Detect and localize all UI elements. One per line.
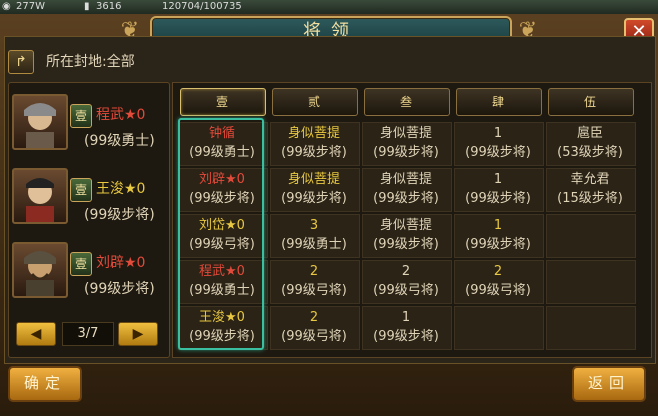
gold-amount: 277W xyxy=(16,1,45,12)
gold-icon: ◉ xyxy=(2,1,11,12)
selected-column-highlight xyxy=(178,118,264,350)
grid-cell[interactable]: 身似菩提 (99级步将) xyxy=(269,170,359,214)
grid-cell[interactable] xyxy=(453,308,543,352)
return-arrow-button[interactable]: ↱ xyxy=(8,50,34,74)
cell-general-level: (99级步将) xyxy=(373,329,439,344)
grain-icon: ▮ xyxy=(84,1,90,12)
cell-general-level: (99级步将) xyxy=(373,191,439,206)
rank-badge: 壹 xyxy=(70,104,92,128)
cell-general-name: 身似菩提 xyxy=(287,172,340,187)
cell-general-level: (99级步将) xyxy=(465,237,531,252)
column-header-4[interactable]: 肆 xyxy=(456,88,542,116)
grain-amount: 3616 xyxy=(96,1,122,12)
fief-filter-label[interactable]: 所在封地:全部 xyxy=(46,51,135,71)
grid-cell[interactable] xyxy=(545,308,635,352)
cell-general-name: 2 xyxy=(309,264,319,279)
cell-general-name: 3 xyxy=(309,218,319,233)
cell-general-name: 身似菩提 xyxy=(287,126,340,141)
general-level: (99级勇士) xyxy=(84,133,155,149)
column-header-1[interactable]: 壹 xyxy=(180,88,266,116)
general-level: (99级步将) xyxy=(84,207,155,223)
grid-cell[interactable]: 1 (99级步将) xyxy=(453,216,543,260)
cell-general-name: 1 xyxy=(493,126,503,141)
general-name: 王浚★0 xyxy=(96,181,146,197)
grid-cell[interactable]: 身似菩提 (99级步将) xyxy=(269,124,359,168)
cell-general-level: (99级步将) xyxy=(373,237,439,252)
general-name: 程武★0 xyxy=(96,107,146,123)
rank-badge: 壹 xyxy=(70,178,92,202)
grid-cell[interactable]: 身似菩提 (99级步将) xyxy=(361,170,451,214)
next-page-button[interactable]: ▶ xyxy=(118,322,158,346)
grid-cell[interactable]: 1 (99级步将) xyxy=(453,170,543,214)
cell-general-name: 1 xyxy=(493,218,503,233)
cell-general-name: 扈臣 xyxy=(576,126,603,141)
cell-general-name: 幸允君 xyxy=(570,172,610,187)
cell-general-level: (99级弓将) xyxy=(373,283,439,298)
cell-general-level: (99级步将) xyxy=(281,145,347,160)
cell-general-name: 身似菩提 xyxy=(379,172,432,187)
grid-cell[interactable]: 身似菩提 (99级步将) xyxy=(361,124,451,168)
general-list-item[interactable]: 壹 程武★0 (99级勇士) xyxy=(8,92,168,162)
general-name: 刘辟★0 xyxy=(96,255,146,271)
grid-cell[interactable]: 2 (99级弓将) xyxy=(269,262,359,306)
pager: ◀ 3/7 ▶ xyxy=(16,322,158,346)
cell-general-level: (99级步将) xyxy=(281,191,347,206)
rank-badge: 壹 xyxy=(70,252,92,276)
misc-amount: 120704/100735 xyxy=(162,1,242,12)
general-list-item[interactable]: 壹 王浚★0 (99级步将) xyxy=(8,166,168,236)
cell-general-level: (99级步将) xyxy=(373,145,439,160)
prev-page-button[interactable]: ◀ xyxy=(16,322,56,346)
cell-general-level: (53级步将) xyxy=(557,145,623,160)
cell-general-level: (15级步将) xyxy=(557,191,623,206)
grid-cell[interactable]: 2 (99级弓将) xyxy=(361,262,451,306)
cell-general-name: 2 xyxy=(401,264,411,279)
column-header-5[interactable]: 伍 xyxy=(548,88,634,116)
confirm-button[interactable]: 确定 xyxy=(8,366,82,402)
cell-general-name: 2 xyxy=(493,264,503,279)
grid-cell[interactable]: 2 (99级弓将) xyxy=(453,262,543,306)
grid-cell[interactable] xyxy=(545,262,635,306)
cell-general-name: 2 xyxy=(309,310,319,325)
grid-cell[interactable]: 身似菩提 (99级步将) xyxy=(361,216,451,260)
grid-cell[interactable] xyxy=(545,216,635,260)
cell-general-name: 身似菩提 xyxy=(379,218,432,233)
grid-cell[interactable]: 扈臣 (53级步将) xyxy=(545,124,635,168)
grid-cell[interactable]: 2 (99级弓将) xyxy=(269,308,359,352)
grid-cell[interactable]: 1 (99级步将) xyxy=(361,308,451,352)
general-portrait xyxy=(12,242,68,298)
page-indicator: 3/7 xyxy=(62,322,114,346)
cell-general-level: (99级弓将) xyxy=(281,283,347,298)
back-button[interactable]: 返回 xyxy=(572,366,646,402)
cell-general-name: 1 xyxy=(493,172,503,187)
general-portrait xyxy=(12,168,68,224)
grid-cell[interactable]: 1 (99级步将) xyxy=(453,124,543,168)
grid-cell[interactable]: 幸允君 (15级步将) xyxy=(545,170,635,214)
column-header-3[interactable]: 叁 xyxy=(364,88,450,116)
general-list-item[interactable]: 壹 刘辟★0 (99级步将) xyxy=(8,240,168,310)
cell-general-level: (99级弓将) xyxy=(281,329,347,344)
cell-general-name: 身似菩提 xyxy=(379,126,432,141)
cell-general-level: (99级勇士) xyxy=(281,237,347,252)
column-header-2[interactable]: 贰 xyxy=(272,88,358,116)
general-portrait xyxy=(12,94,68,150)
resource-bar: ◉ 277W ▮ 3616 120704/100735 xyxy=(0,0,658,14)
cell-general-level: (99级步将) xyxy=(465,145,531,160)
cell-general-level: (99级步将) xyxy=(465,191,531,206)
grid-cell[interactable]: 3 (99级勇士) xyxy=(269,216,359,260)
cell-general-name: 1 xyxy=(401,310,411,325)
general-level: (99级步将) xyxy=(84,281,155,297)
cell-general-level: (99级弓将) xyxy=(465,283,531,298)
